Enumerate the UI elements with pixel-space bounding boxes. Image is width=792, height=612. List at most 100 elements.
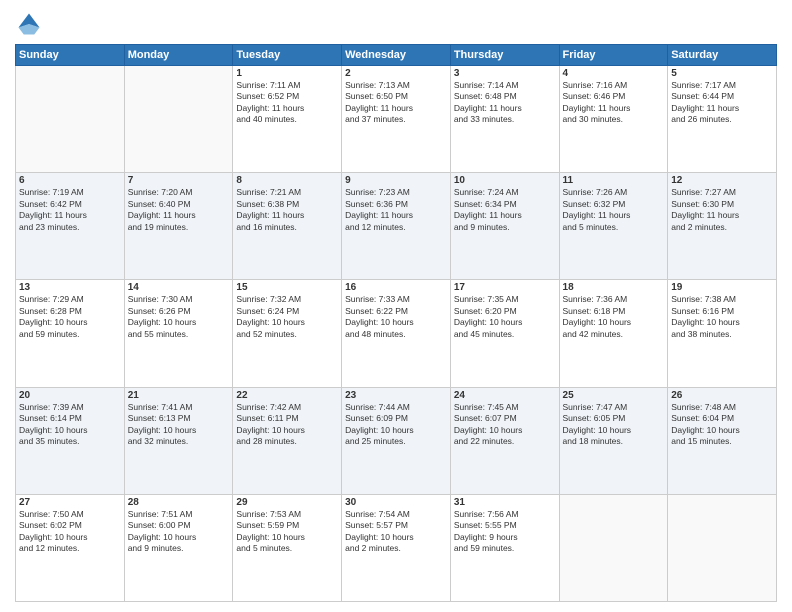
calendar-cell: 8Sunrise: 7:21 AM Sunset: 6:38 PM Daylig… <box>233 173 342 280</box>
header <box>15 10 777 38</box>
day-number: 19 <box>671 282 773 293</box>
day-number: 3 <box>454 68 556 79</box>
day-info: Sunrise: 7:11 AM Sunset: 6:52 PM Dayligh… <box>236 80 338 126</box>
day-number: 31 <box>454 497 556 508</box>
day-number: 1 <box>236 68 338 79</box>
calendar-week-row: 1Sunrise: 7:11 AM Sunset: 6:52 PM Daylig… <box>16 66 777 173</box>
logo <box>15 10 47 38</box>
day-number: 25 <box>563 390 665 401</box>
day-info: Sunrise: 7:35 AM Sunset: 6:20 PM Dayligh… <box>454 294 556 340</box>
day-info: Sunrise: 7:20 AM Sunset: 6:40 PM Dayligh… <box>128 187 230 233</box>
day-info: Sunrise: 7:21 AM Sunset: 6:38 PM Dayligh… <box>236 187 338 233</box>
calendar-cell: 4Sunrise: 7:16 AM Sunset: 6:46 PM Daylig… <box>559 66 668 173</box>
calendar-cell: 15Sunrise: 7:32 AM Sunset: 6:24 PM Dayli… <box>233 280 342 387</box>
page: SundayMondayTuesdayWednesdayThursdayFrid… <box>0 0 792 612</box>
day-info: Sunrise: 7:24 AM Sunset: 6:34 PM Dayligh… <box>454 187 556 233</box>
day-info: Sunrise: 7:30 AM Sunset: 6:26 PM Dayligh… <box>128 294 230 340</box>
day-number: 23 <box>345 390 447 401</box>
day-number: 16 <box>345 282 447 293</box>
calendar-cell: 10Sunrise: 7:24 AM Sunset: 6:34 PM Dayli… <box>450 173 559 280</box>
calendar-cell <box>124 66 233 173</box>
calendar-cell <box>668 494 777 601</box>
day-info: Sunrise: 7:29 AM Sunset: 6:28 PM Dayligh… <box>19 294 121 340</box>
day-info: Sunrise: 7:56 AM Sunset: 5:55 PM Dayligh… <box>454 509 556 555</box>
calendar-cell: 31Sunrise: 7:56 AM Sunset: 5:55 PM Dayli… <box>450 494 559 601</box>
calendar-cell: 25Sunrise: 7:47 AM Sunset: 6:05 PM Dayli… <box>559 387 668 494</box>
day-number: 14 <box>128 282 230 293</box>
calendar-header-thursday: Thursday <box>450 45 559 66</box>
day-number: 8 <box>236 175 338 186</box>
calendar-week-row: 27Sunrise: 7:50 AM Sunset: 6:02 PM Dayli… <box>16 494 777 601</box>
calendar-cell: 26Sunrise: 7:48 AM Sunset: 6:04 PM Dayli… <box>668 387 777 494</box>
day-number: 27 <box>19 497 121 508</box>
day-info: Sunrise: 7:45 AM Sunset: 6:07 PM Dayligh… <box>454 402 556 448</box>
day-number: 5 <box>671 68 773 79</box>
day-number: 4 <box>563 68 665 79</box>
day-info: Sunrise: 7:44 AM Sunset: 6:09 PM Dayligh… <box>345 402 447 448</box>
calendar-cell: 1Sunrise: 7:11 AM Sunset: 6:52 PM Daylig… <box>233 66 342 173</box>
calendar-cell: 14Sunrise: 7:30 AM Sunset: 6:26 PM Dayli… <box>124 280 233 387</box>
calendar-cell: 13Sunrise: 7:29 AM Sunset: 6:28 PM Dayli… <box>16 280 125 387</box>
calendar-cell: 16Sunrise: 7:33 AM Sunset: 6:22 PM Dayli… <box>342 280 451 387</box>
calendar-cell <box>559 494 668 601</box>
calendar-week-row: 13Sunrise: 7:29 AM Sunset: 6:28 PM Dayli… <box>16 280 777 387</box>
day-number: 7 <box>128 175 230 186</box>
day-number: 28 <box>128 497 230 508</box>
day-number: 11 <box>563 175 665 186</box>
day-number: 22 <box>236 390 338 401</box>
day-number: 12 <box>671 175 773 186</box>
calendar-header-saturday: Saturday <box>668 45 777 66</box>
day-number: 29 <box>236 497 338 508</box>
day-number: 9 <box>345 175 447 186</box>
calendar-cell: 6Sunrise: 7:19 AM Sunset: 6:42 PM Daylig… <box>16 173 125 280</box>
calendar-header-wednesday: Wednesday <box>342 45 451 66</box>
day-number: 21 <box>128 390 230 401</box>
day-number: 30 <box>345 497 447 508</box>
calendar-cell: 18Sunrise: 7:36 AM Sunset: 6:18 PM Dayli… <box>559 280 668 387</box>
calendar-table: SundayMondayTuesdayWednesdayThursdayFrid… <box>15 44 777 602</box>
day-number: 18 <box>563 282 665 293</box>
calendar-cell: 28Sunrise: 7:51 AM Sunset: 6:00 PM Dayli… <box>124 494 233 601</box>
calendar-week-row: 20Sunrise: 7:39 AM Sunset: 6:14 PM Dayli… <box>16 387 777 494</box>
day-info: Sunrise: 7:26 AM Sunset: 6:32 PM Dayligh… <box>563 187 665 233</box>
calendar-cell: 21Sunrise: 7:41 AM Sunset: 6:13 PM Dayli… <box>124 387 233 494</box>
calendar-cell: 29Sunrise: 7:53 AM Sunset: 5:59 PM Dayli… <box>233 494 342 601</box>
day-number: 13 <box>19 282 121 293</box>
day-info: Sunrise: 7:41 AM Sunset: 6:13 PM Dayligh… <box>128 402 230 448</box>
day-info: Sunrise: 7:36 AM Sunset: 6:18 PM Dayligh… <box>563 294 665 340</box>
calendar-cell: 17Sunrise: 7:35 AM Sunset: 6:20 PM Dayli… <box>450 280 559 387</box>
day-info: Sunrise: 7:38 AM Sunset: 6:16 PM Dayligh… <box>671 294 773 340</box>
calendar-cell: 20Sunrise: 7:39 AM Sunset: 6:14 PM Dayli… <box>16 387 125 494</box>
day-info: Sunrise: 7:54 AM Sunset: 5:57 PM Dayligh… <box>345 509 447 555</box>
day-number: 20 <box>19 390 121 401</box>
calendar-cell: 24Sunrise: 7:45 AM Sunset: 6:07 PM Dayli… <box>450 387 559 494</box>
day-number: 6 <box>19 175 121 186</box>
day-number: 10 <box>454 175 556 186</box>
calendar-cell: 2Sunrise: 7:13 AM Sunset: 6:50 PM Daylig… <box>342 66 451 173</box>
day-info: Sunrise: 7:47 AM Sunset: 6:05 PM Dayligh… <box>563 402 665 448</box>
calendar-cell: 7Sunrise: 7:20 AM Sunset: 6:40 PM Daylig… <box>124 173 233 280</box>
day-number: 15 <box>236 282 338 293</box>
calendar-cell: 9Sunrise: 7:23 AM Sunset: 6:36 PM Daylig… <box>342 173 451 280</box>
day-info: Sunrise: 7:27 AM Sunset: 6:30 PM Dayligh… <box>671 187 773 233</box>
day-info: Sunrise: 7:50 AM Sunset: 6:02 PM Dayligh… <box>19 509 121 555</box>
calendar-cell: 12Sunrise: 7:27 AM Sunset: 6:30 PM Dayli… <box>668 173 777 280</box>
calendar-cell <box>16 66 125 173</box>
calendar-header-tuesday: Tuesday <box>233 45 342 66</box>
calendar-header-monday: Monday <box>124 45 233 66</box>
day-info: Sunrise: 7:17 AM Sunset: 6:44 PM Dayligh… <box>671 80 773 126</box>
day-number: 17 <box>454 282 556 293</box>
day-number: 2 <box>345 68 447 79</box>
calendar-cell: 5Sunrise: 7:17 AM Sunset: 6:44 PM Daylig… <box>668 66 777 173</box>
day-info: Sunrise: 7:51 AM Sunset: 6:00 PM Dayligh… <box>128 509 230 555</box>
calendar-cell: 3Sunrise: 7:14 AM Sunset: 6:48 PM Daylig… <box>450 66 559 173</box>
day-info: Sunrise: 7:14 AM Sunset: 6:48 PM Dayligh… <box>454 80 556 126</box>
calendar-cell: 30Sunrise: 7:54 AM Sunset: 5:57 PM Dayli… <box>342 494 451 601</box>
day-info: Sunrise: 7:48 AM Sunset: 6:04 PM Dayligh… <box>671 402 773 448</box>
day-info: Sunrise: 7:33 AM Sunset: 6:22 PM Dayligh… <box>345 294 447 340</box>
calendar-cell: 27Sunrise: 7:50 AM Sunset: 6:02 PM Dayli… <box>16 494 125 601</box>
calendar-cell: 23Sunrise: 7:44 AM Sunset: 6:09 PM Dayli… <box>342 387 451 494</box>
day-info: Sunrise: 7:23 AM Sunset: 6:36 PM Dayligh… <box>345 187 447 233</box>
day-number: 24 <box>454 390 556 401</box>
day-info: Sunrise: 7:53 AM Sunset: 5:59 PM Dayligh… <box>236 509 338 555</box>
